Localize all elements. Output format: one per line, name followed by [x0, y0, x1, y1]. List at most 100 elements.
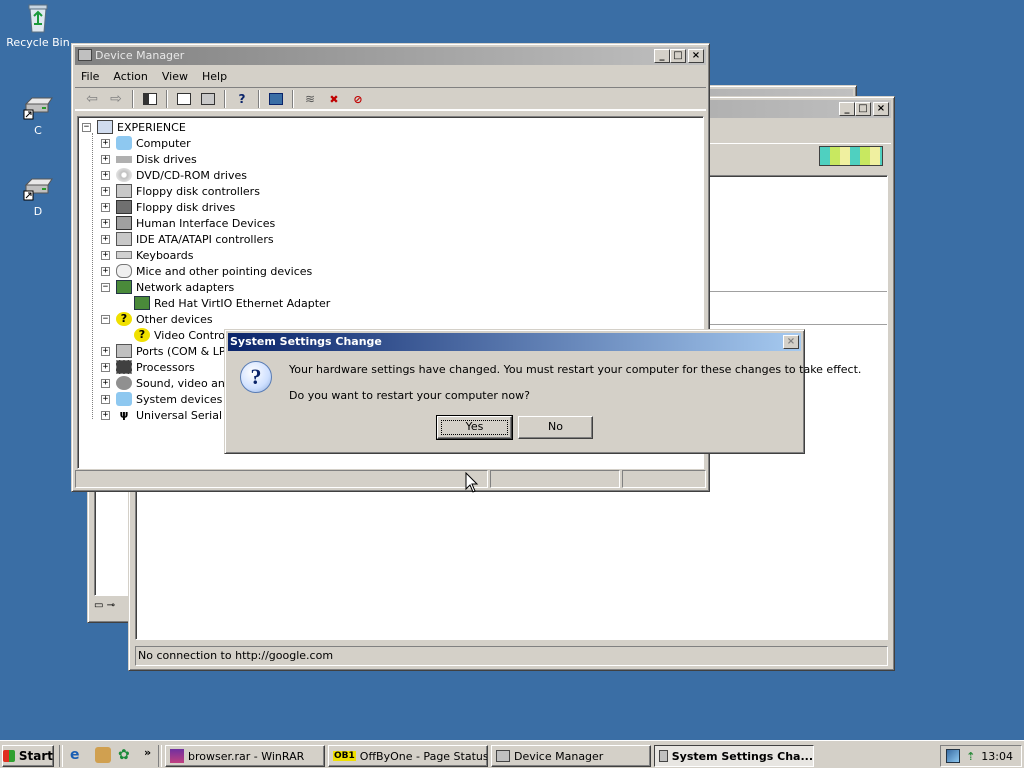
- menu-action[interactable]: Action: [113, 70, 147, 83]
- task-offbyone[interactable]: OB1 OffByOne - Page Status: [328, 745, 488, 767]
- show-hide-tree-button[interactable]: [139, 89, 161, 109]
- window-icon: [78, 49, 92, 61]
- tree-item-network-adapters[interactable]: − Network adapters: [101, 279, 234, 295]
- drive-shortcut-icon: [22, 90, 54, 122]
- tree-item-processors[interactable]: + Processors: [101, 359, 195, 375]
- unknown-device-icon: ?: [116, 312, 132, 326]
- dialog-body: ? Your hardware settings have changed. Y…: [228, 351, 861, 450]
- tree-item-system-devices[interactable]: + System devices: [101, 391, 222, 407]
- tree-item-hid[interactable]: + Human Interface Devices: [101, 215, 275, 231]
- tree-item-video-controller[interactable]: ? Video Controlle: [134, 327, 238, 343]
- internet-explorer-icon[interactable]: e: [70, 747, 86, 763]
- quick-launch-more-icon[interactable]: »: [144, 746, 151, 759]
- task-device-manager[interactable]: Device Manager: [491, 745, 651, 767]
- tree-root[interactable]: − EXPERIENCE: [82, 119, 186, 135]
- task-system-settings[interactable]: System Settings Cha...: [654, 745, 814, 767]
- menu-view[interactable]: View: [162, 70, 188, 83]
- desktop-icon-drive-d[interactable]: D: [3, 171, 73, 218]
- taskbar-separator: [158, 745, 162, 767]
- usb-icon: ψ: [119, 408, 129, 421]
- desktop-icon-drive-c[interactable]: C: [3, 90, 73, 137]
- tree-item-sound[interactable]: + Sound, video and g: [101, 375, 242, 391]
- expand-icon[interactable]: +: [101, 186, 110, 196]
- no-button[interactable]: No: [518, 416, 593, 439]
- tree-item-label: Other devices: [136, 312, 213, 326]
- maximize-button[interactable]: □: [670, 49, 686, 63]
- cd-rom-icon: [116, 168, 132, 182]
- desktop-icon-recycle-bin[interactable]: Recycle Bin: [3, 2, 73, 49]
- expand-icon[interactable]: +: [101, 410, 110, 420]
- expand-icon[interactable]: +: [101, 154, 110, 164]
- menu-help[interactable]: Help: [202, 70, 227, 83]
- yes-button[interactable]: Yes: [436, 415, 513, 440]
- close-button[interactable]: ×: [873, 102, 889, 116]
- network-tray-icon[interactable]: [946, 749, 961, 763]
- tree-item-mice[interactable]: + Mice and other pointing devices: [101, 263, 312, 279]
- tree-item-label: Floppy disk drives: [136, 200, 236, 214]
- tree-item-disk-drives[interactable]: + Disk drives: [101, 151, 197, 167]
- print-button[interactable]: [197, 89, 219, 109]
- forward-button[interactable]: ⇨: [105, 89, 127, 109]
- expand-icon[interactable]: +: [101, 138, 110, 148]
- expand-icon[interactable]: +: [101, 394, 110, 404]
- tree-item-label: Computer: [136, 136, 191, 150]
- expand-icon[interactable]: +: [101, 378, 110, 388]
- start-button[interactable]: Start: [2, 745, 54, 767]
- clean-icon[interactable]: [95, 747, 111, 763]
- minimize-button[interactable]: _: [839, 102, 855, 116]
- expand-icon[interactable]: +: [101, 250, 110, 260]
- tree-item-other-devices[interactable]: − ? Other devices: [101, 311, 213, 327]
- disable-button[interactable]: ⊘: [347, 89, 369, 109]
- tree-item-ports[interactable]: + Ports (COM & LPT): [101, 343, 237, 359]
- back-button[interactable]: ⇦: [81, 89, 103, 109]
- throbber-icon: [819, 146, 883, 166]
- uninstall-button[interactable]: ✖: [323, 89, 345, 109]
- task-winrar[interactable]: browser.rar - WinRAR: [165, 745, 325, 767]
- app-icon[interactable]: ✿: [118, 747, 134, 763]
- clock[interactable]: 13:04: [981, 750, 1013, 763]
- tree-item-usb[interactable]: + ψ Universal Serial Bu: [101, 407, 240, 423]
- system-settings-dialog[interactable]: System Settings Change × ? Your hardware…: [224, 329, 861, 454]
- safely-remove-tray-icon[interactable]: ⇡: [966, 750, 975, 763]
- dialog-message: Your hardware settings have changed. You…: [289, 363, 862, 376]
- port-icon: [116, 344, 132, 358]
- title-bar: System Settings Change ×: [228, 333, 801, 351]
- expand-icon[interactable]: +: [101, 234, 110, 244]
- expand-icon[interactable]: +: [101, 170, 110, 180]
- windows-logo-icon: [3, 750, 15, 762]
- task-label: browser.rar - WinRAR: [188, 749, 305, 763]
- scan-hardware-button[interactable]: [265, 89, 287, 109]
- tree-item-dvd-cd-rom[interactable]: + DVD/CD-ROM drives: [101, 167, 247, 183]
- browser-status-bar: No connection to http://google.com: [135, 646, 888, 666]
- tree-item-keyboards[interactable]: + Keyboards: [101, 247, 193, 263]
- taskbar: Start e ✿ » browser.rar - WinRAR OB1 Off…: [0, 740, 1024, 768]
- maximize-button[interactable]: □: [855, 102, 871, 116]
- tree-root-label: EXPERIENCE: [117, 120, 186, 134]
- close-button[interactable]: ×: [688, 49, 704, 63]
- tree-item-virtio-adapter[interactable]: Red Hat VirtIO Ethernet Adapter: [134, 295, 330, 311]
- expand-icon[interactable]: +: [101, 218, 110, 228]
- collapse-icon[interactable]: −: [101, 282, 110, 292]
- tree-item-floppy-controllers[interactable]: + Floppy disk controllers: [101, 183, 260, 199]
- close-button[interactable]: ×: [783, 335, 799, 349]
- system-settings-icon: [659, 750, 668, 762]
- tree-item-floppy-drives[interactable]: + Floppy disk drives: [101, 199, 235, 215]
- tree-item-ide[interactable]: + IDE ATA/ATAPI controllers: [101, 231, 274, 247]
- collapse-icon[interactable]: −: [82, 122, 91, 132]
- disk-drive-icon: [116, 155, 132, 163]
- update-driver-button[interactable]: ≋: [299, 89, 321, 109]
- expand-icon[interactable]: +: [101, 266, 110, 276]
- status-pane: [622, 470, 706, 488]
- collapse-icon[interactable]: −: [101, 314, 110, 324]
- minimize-button[interactable]: _: [654, 49, 670, 63]
- expand-icon[interactable]: +: [101, 362, 110, 372]
- tree-item-computer[interactable]: + Computer: [101, 135, 191, 151]
- expand-icon[interactable]: +: [101, 346, 110, 356]
- expand-icon[interactable]: +: [101, 202, 110, 212]
- status-bar: [75, 470, 706, 488]
- side-panel: [94, 486, 132, 596]
- system-tray: ⇡ 13:04: [940, 745, 1022, 767]
- properties-button[interactable]: [173, 89, 195, 109]
- help-button[interactable]: ?: [231, 89, 253, 109]
- menu-file[interactable]: File: [81, 70, 99, 83]
